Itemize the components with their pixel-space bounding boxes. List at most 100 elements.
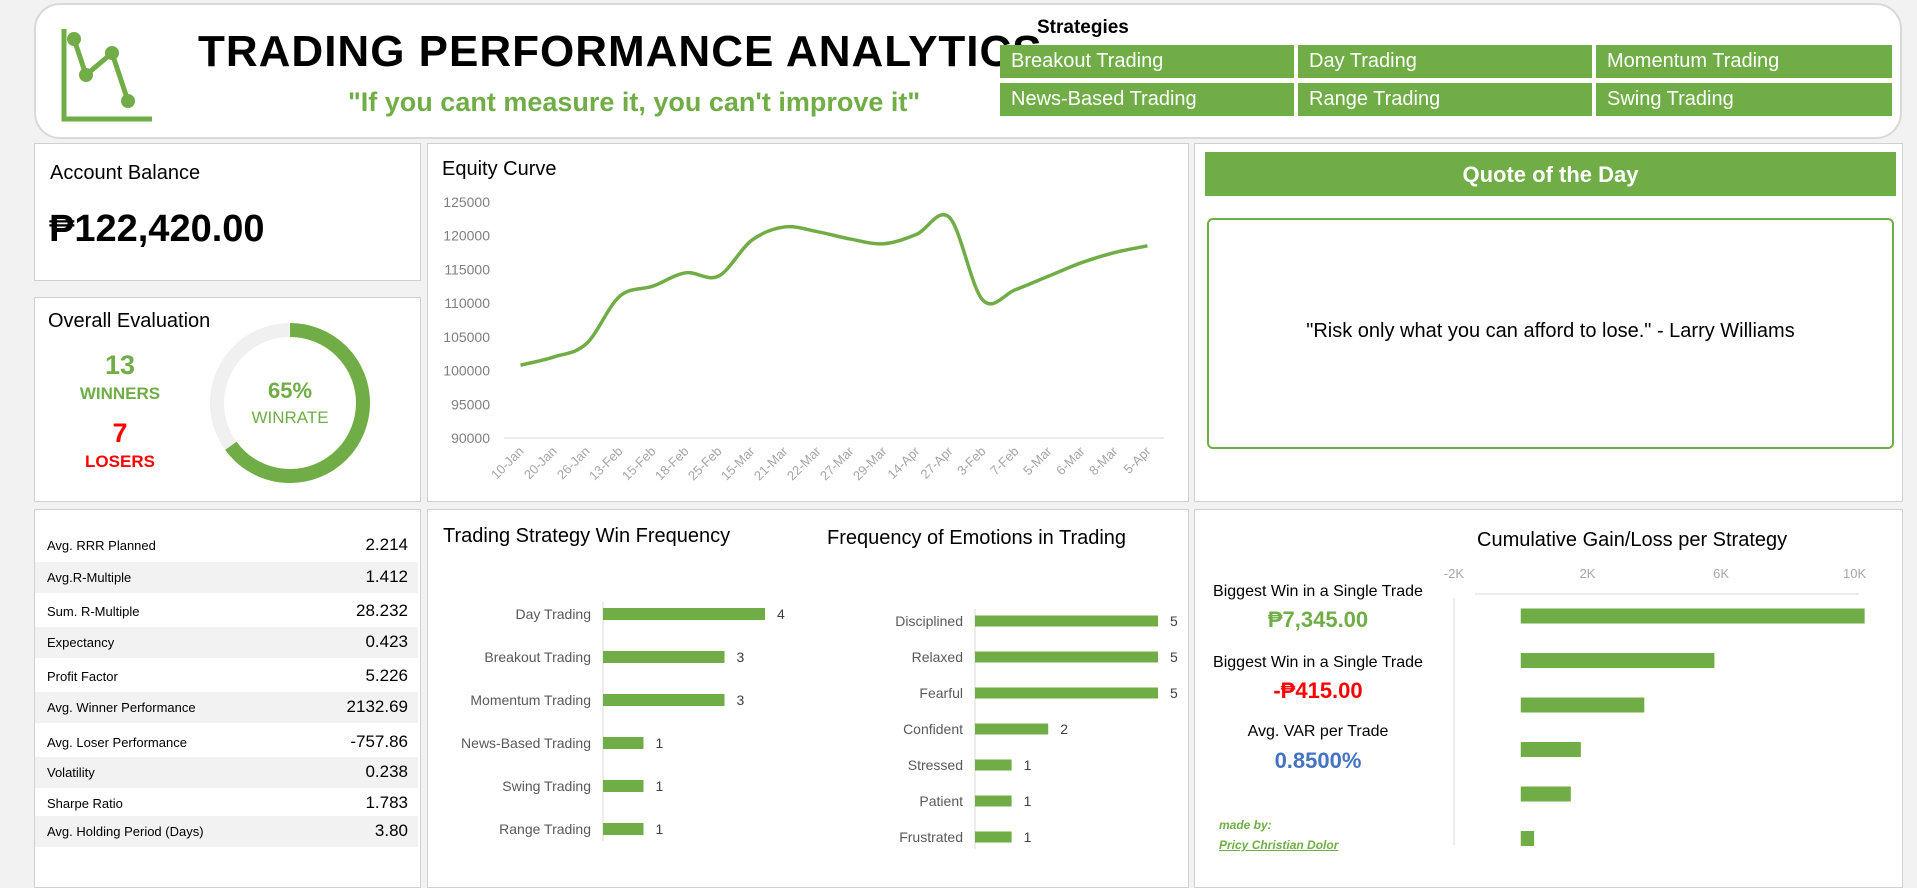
strategy-chip-breakout[interactable]: Breakout Trading bbox=[1000, 45, 1294, 78]
strategy-chip-range[interactable]: Range Trading bbox=[1298, 83, 1592, 116]
data-label: 2 bbox=[1060, 721, 1068, 737]
data-label: 3 bbox=[737, 649, 745, 665]
x-tick-label: 27-Mar bbox=[817, 443, 857, 483]
winrate-value: 65% bbox=[267, 378, 313, 403]
equity-curve-panel: Equity Curve 90000 95000 100000 105000 11000… bbox=[427, 143, 1189, 502]
data-label: 4 bbox=[777, 606, 785, 622]
x-tick-label: 18-Feb bbox=[652, 444, 692, 484]
metric-value: 2.214 bbox=[365, 535, 408, 554]
category-label: Swing Trading bbox=[502, 778, 591, 794]
metric-value: 3.80 bbox=[374, 821, 408, 840]
metric-label: Sharpe Ratio bbox=[47, 796, 123, 811]
quote-box: "Risk only what you can afford to lose."… bbox=[1207, 218, 1894, 449]
x-tick-label: 27-Apr bbox=[917, 443, 956, 482]
losers-label: LOSERS bbox=[85, 452, 155, 471]
data-label: 1 bbox=[1024, 829, 1032, 845]
equity-curve-chart: 90000 95000 100000 105000 110000 115000 120000… bbox=[443, 194, 1164, 484]
metric-row: Avg. Loser Performance -757.86 bbox=[35, 727, 418, 758]
category-label: Confident bbox=[903, 721, 963, 737]
strategies-label: Strategies bbox=[1037, 17, 1129, 38]
winners-label: WINNERS bbox=[79, 384, 161, 403]
data-label: 1 bbox=[656, 735, 664, 751]
winrate-label: WINRATE bbox=[251, 408, 329, 427]
category-label: Disciplined bbox=[895, 613, 963, 629]
metric-label: Avg. Winner Performance bbox=[47, 700, 196, 715]
metric-label: Avg. Loser Performance bbox=[47, 735, 187, 750]
x-tick-label: 21-Mar bbox=[751, 443, 791, 483]
quote-panel: Quote of the Day "Risk only what you can… bbox=[1194, 143, 1903, 502]
metric-row: Expectancy 0.423 bbox=[35, 627, 418, 658]
x-tick-label: 29-Mar bbox=[850, 443, 890, 483]
data-label: 1 bbox=[1024, 793, 1032, 809]
quote-text: "Risk only what you can afford to lose."… bbox=[1306, 320, 1795, 342]
x-tick-label: 6K bbox=[1713, 566, 1729, 581]
x-tick-label: 8-Mar bbox=[1086, 443, 1121, 478]
category-label: Stressed bbox=[908, 757, 963, 773]
category-label: Breakout Trading bbox=[484, 649, 591, 665]
strategy-chip-news[interactable]: News-Based Trading bbox=[1000, 83, 1294, 116]
y-tick-label: 125000 bbox=[443, 194, 490, 210]
line-chart-icon bbox=[61, 29, 152, 122]
metric-value: 2132.69 bbox=[346, 697, 408, 716]
frequency-panel: Trading Strategy Win Frequency Frequency… bbox=[427, 509, 1189, 888]
data-label: 1 bbox=[656, 821, 664, 837]
strategy-chip-day[interactable]: Day Trading bbox=[1298, 45, 1592, 78]
x-tick-label: 7-Feb bbox=[987, 444, 1022, 479]
account-balance-panel: Account Balance ₱122,420.00 bbox=[34, 143, 421, 281]
bar bbox=[975, 687, 1158, 699]
bar bbox=[975, 831, 1012, 843]
x-tick-label: 13-Feb bbox=[586, 444, 626, 484]
metric-label: Volatility bbox=[47, 765, 95, 780]
y-tick-label: 90000 bbox=[451, 430, 490, 446]
x-tick-label: 5-Mar bbox=[1020, 443, 1055, 478]
metric-row: Avg. Holding Period (Days) 3.80 bbox=[35, 816, 418, 847]
metric-row: Sharpe Ratio 1.783 bbox=[35, 788, 418, 819]
data-label: 3 bbox=[737, 692, 745, 708]
bar bbox=[975, 615, 1158, 627]
bar bbox=[603, 780, 644, 792]
category-label: Fearful bbox=[919, 685, 963, 701]
metric-row: Sum. R-Multiple 28.232 bbox=[35, 596, 418, 627]
metric-label: Sum. R-Multiple bbox=[47, 604, 140, 619]
dashboard-title: TRADING PERFORMANCE ANALYTICS bbox=[198, 27, 1043, 76]
metric-label: Avg. Holding Period (Days) bbox=[47, 824, 204, 839]
bar bbox=[975, 795, 1012, 807]
category-label: News-Based Trading bbox=[461, 735, 591, 751]
category-label: Patient bbox=[919, 793, 963, 809]
metric-value: 28.232 bbox=[356, 601, 408, 620]
y-tick-label: 110000 bbox=[444, 295, 490, 311]
metric-row: Profit Factor 5.226 bbox=[35, 661, 418, 692]
bar bbox=[975, 651, 1158, 663]
metric-label: Avg. RRR Planned bbox=[47, 538, 156, 553]
account-balance-title: Account Balance bbox=[50, 162, 201, 184]
bar bbox=[1520, 786, 1571, 802]
data-label: 5 bbox=[1170, 685, 1178, 701]
metric-value: 5.226 bbox=[365, 666, 408, 685]
bar bbox=[1520, 608, 1865, 624]
metric-value: -757.86 bbox=[350, 732, 408, 751]
y-tick-label: 115000 bbox=[444, 261, 490, 277]
x-tick-label: 10-Jan bbox=[488, 444, 527, 483]
x-tick-label: 6-Mar bbox=[1053, 443, 1088, 478]
category-label: Day Trading bbox=[516, 606, 591, 622]
equity-line bbox=[520, 213, 1148, 367]
data-label: 1 bbox=[656, 778, 664, 794]
cumulative-panel: Biggest Win in a Single Trade ₱7,345.00 … bbox=[1194, 509, 1903, 888]
overall-evaluation-panel: Overall Evaluation 13 WINNERS 7 LOSERS 6… bbox=[34, 297, 421, 502]
bar bbox=[603, 608, 765, 620]
x-tick-label: 5-Apr bbox=[1121, 443, 1155, 477]
metric-value: 1.412 bbox=[365, 567, 408, 586]
x-tick-label: 14-Apr bbox=[884, 443, 923, 482]
metric-value: 0.423 bbox=[365, 632, 408, 651]
strategy-chip-momentum[interactable]: Momentum Trading bbox=[1596, 45, 1892, 78]
strategy-chip-swing[interactable]: Swing Trading bbox=[1596, 83, 1892, 116]
x-tick-label: 20-Jan bbox=[521, 444, 560, 483]
bar bbox=[603, 823, 644, 835]
y-tick-label: 95000 bbox=[451, 396, 490, 412]
bar bbox=[1520, 831, 1535, 846]
x-tick-label: 25-Feb bbox=[685, 444, 725, 484]
metric-row: Avg.R-Multiple 1.412 bbox=[35, 562, 418, 593]
data-label: 1 bbox=[1024, 757, 1032, 773]
data-label: 5 bbox=[1170, 613, 1178, 629]
y-tick-label: 105000 bbox=[443, 329, 490, 345]
